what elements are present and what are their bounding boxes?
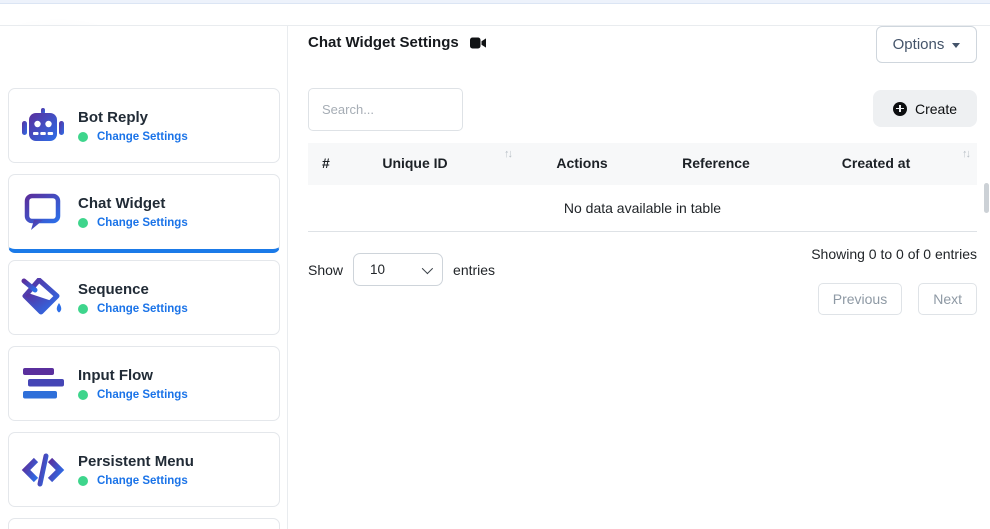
- entries-summary: Showing 0 to 0 of 0 entries: [811, 246, 977, 262]
- status-dot: [78, 476, 88, 486]
- sidebar-item-label: Chat Widget: [78, 195, 188, 212]
- column-header-created-at[interactable]: Created at: [826, 155, 926, 171]
- paint-bucket-icon: [21, 277, 65, 319]
- sort-icon[interactable]: ↑↓: [962, 148, 969, 160]
- bars-icon: [21, 363, 65, 405]
- search-input[interactable]: [308, 88, 463, 131]
- code-icon: [21, 449, 65, 491]
- sidebar-item-persistent-menu[interactable]: Persistent Menu Change Settings: [8, 432, 280, 507]
- status-dot: [78, 132, 88, 142]
- change-settings-link[interactable]: Change Settings: [97, 131, 188, 143]
- previous-button[interactable]: Previous: [818, 283, 902, 315]
- column-header-unique-id[interactable]: Unique ID: [368, 155, 462, 171]
- page-size-value: 10: [370, 262, 385, 277]
- column-header-reference[interactable]: Reference: [666, 155, 766, 171]
- options-button[interactable]: Options: [876, 26, 977, 63]
- video-camera-icon: [470, 36, 487, 50]
- next-button[interactable]: Next: [918, 283, 977, 315]
- scrollbar-thumb[interactable]: [984, 183, 989, 213]
- status-dot: [78, 304, 88, 314]
- sidebar-item-bot-reply[interactable]: Bot Reply Change Settings: [8, 88, 280, 163]
- sidebar-item-chat-widget[interactable]: Chat Widget Change Settings: [8, 174, 280, 253]
- entries-label: entries: [453, 262, 495, 278]
- change-settings-link[interactable]: Change Settings: [97, 217, 188, 229]
- status-dot: [78, 218, 88, 228]
- column-header-actions[interactable]: Actions: [542, 155, 622, 171]
- top-accent-strip: [0, 0, 990, 4]
- sidebar-item-label: Bot Reply: [78, 109, 188, 126]
- app-window: Bot Reply Change Settings Chat Widget Ch…: [0, 0, 990, 529]
- options-button-label: Options: [893, 36, 945, 53]
- chevron-down-icon: [422, 262, 433, 273]
- table-footer: Show 10 entries Showing 0 to 0 of 0 entr…: [308, 245, 977, 307]
- page-title: Chat Widget Settings: [308, 34, 459, 51]
- table-empty-message: No data available in table: [308, 185, 977, 232]
- create-button-label: Create: [915, 101, 957, 117]
- create-button[interactable]: Create: [873, 90, 977, 127]
- change-settings-link[interactable]: Change Settings: [97, 475, 188, 487]
- page-size-select[interactable]: 10: [353, 253, 443, 286]
- chat-bubble-icon: [21, 191, 65, 233]
- show-label: Show: [308, 262, 343, 278]
- sidebar-item-label: Persistent Menu: [78, 453, 194, 470]
- plus-circle-icon: [893, 102, 907, 116]
- sidebar-item-sequence[interactable]: Sequence Change Settings: [8, 260, 280, 335]
- pagination: Previous Next: [818, 283, 977, 315]
- settings-sidebar: Bot Reply Change Settings Chat Widget Ch…: [0, 26, 288, 529]
- robot-icon: [21, 105, 65, 147]
- column-header-index[interactable]: #: [322, 155, 330, 171]
- sidebar-item-input-flow[interactable]: Input Flow Change Settings: [8, 346, 280, 421]
- sidebar-item-label: Input Flow: [78, 367, 188, 384]
- change-settings-link[interactable]: Change Settings: [97, 303, 188, 315]
- sidebar-item-label: Sequence: [78, 281, 188, 298]
- main-panel: Chat Widget Settings Options Create # Un…: [308, 26, 977, 529]
- status-dot: [78, 390, 88, 400]
- sort-icon[interactable]: ↑↓: [504, 148, 511, 160]
- table-header: # Unique ID ↑↓ Actions Reference Created…: [308, 143, 977, 185]
- chevron-down-icon: [952, 43, 960, 48]
- sidebar-item-partial[interactable]: [8, 518, 280, 529]
- change-settings-link[interactable]: Change Settings: [97, 389, 188, 401]
